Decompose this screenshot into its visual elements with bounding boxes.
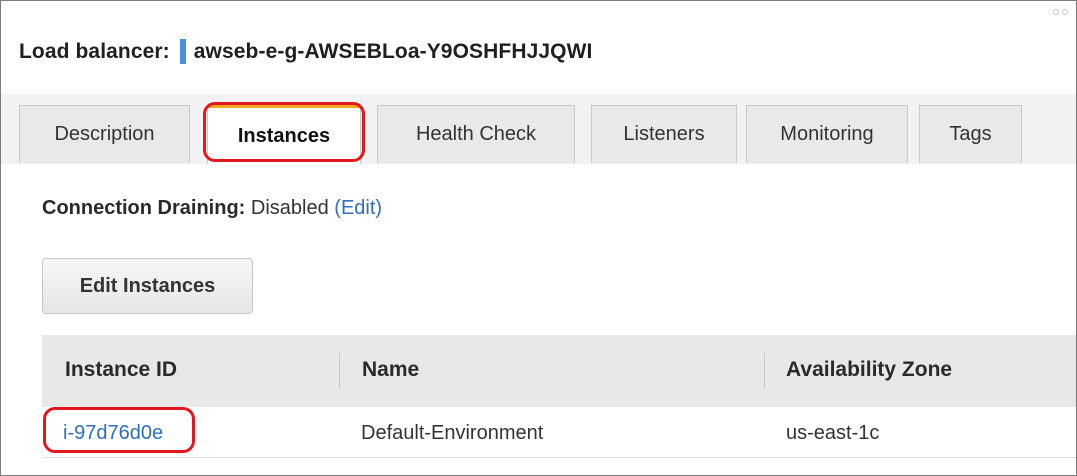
header-label: Load balancer: [19,39,170,63]
tab-instances[interactable]: Instances [207,105,361,165]
tab-description[interactable]: Description [19,105,190,163]
instance-name: Default-Environment [361,422,544,444]
column-header-instance-id[interactable]: Instance ID [65,358,177,382]
connection-draining-edit-link[interactable]: (Edit) [334,197,382,219]
column-header-name[interactable]: Name [362,358,419,382]
instance-id-link[interactable]: i-97d76d0e [63,422,163,445]
window-controls [1053,9,1068,15]
column-divider [339,353,340,389]
tab-listeners[interactable]: Listeners [591,105,737,163]
tab-tags[interactable]: Tags [919,105,1022,163]
load-balancer-name: awseb-e-g-AWSEBLoa-Y9OSHFHJJQWI [193,39,593,63]
load-balancer-panel: Load balancer: awseb-e-g-AWSEBLoa-Y9OSHF… [0,0,1077,476]
connection-draining-value: Disabled [250,197,329,219]
window-dot-icon [1062,9,1068,15]
panel-header: Load balancer: awseb-e-g-AWSEBLoa-Y9OSHF… [19,39,592,64]
connection-draining-label: Connection Draining: [42,197,246,219]
tab-monitoring[interactable]: Monitoring [746,105,908,163]
window-dot-icon [1053,9,1059,15]
tab-health-check[interactable]: Health Check [377,105,575,163]
column-divider [764,353,765,389]
connection-draining: Connection Draining: Disabled (Edit) [42,197,382,220]
column-header-availability-zone[interactable]: Availability Zone [786,358,952,382]
edit-instances-button[interactable]: Edit Instances [42,258,253,314]
accent-bar [179,39,186,64]
instance-availability-zone: us-east-1c [786,422,880,444]
table-row[interactable] [42,407,1076,458]
top-strip [1,1,1076,7]
